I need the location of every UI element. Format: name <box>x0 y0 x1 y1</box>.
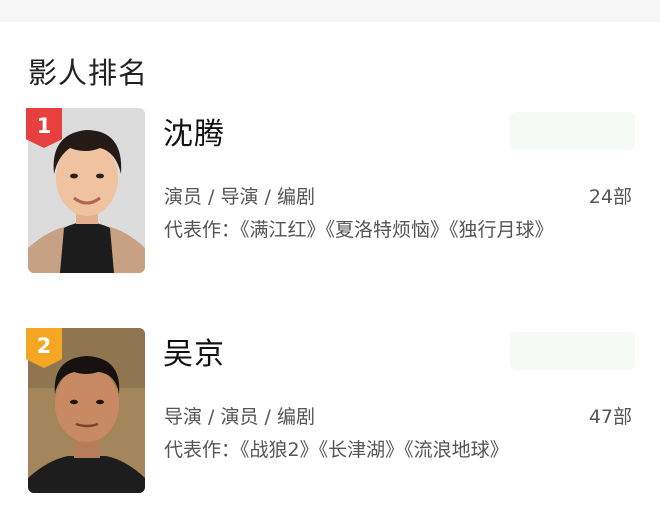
works-list: 《满江红》《夏洛特烦恼》《独行月球》 <box>240 219 554 241</box>
works-label: 代表作： <box>164 439 241 461</box>
work-count: 24部 <box>588 186 632 208</box>
person-name[interactable]: 沈腾 <box>163 109 225 153</box>
action-button[interactable] <box>510 112 635 150</box>
list-item[interactable]: 1 沈腾 演员 / 导演 / 编剧 24部 代表作：《满江红》《夏洛特烦恼》《独… <box>0 108 660 308</box>
representative-works: 代表作：《满江红》《夏洛特烦恼》《独行月球》 <box>164 216 554 245</box>
list-item[interactable]: 2 吴京 导演 / 演员 / 编剧 47部 代表作：《战狼2》《长津湖》《流浪地… <box>0 328 660 528</box>
action-button[interactable] <box>510 332 635 370</box>
work-count: 47部 <box>588 406 632 428</box>
person-name[interactable]: 吴京 <box>163 329 225 373</box>
representative-works: 代表作：《战狼2》《长津湖》《流浪地球》 <box>164 436 554 465</box>
works-label: 代表作： <box>164 219 241 241</box>
top-bar <box>0 0 660 22</box>
person-roles: 演员 / 导演 / 编剧 <box>164 186 315 208</box>
person-roles: 导演 / 演员 / 编剧 <box>164 406 315 428</box>
works-list: 《战狼2》《长津湖》《流浪地球》 <box>240 439 509 461</box>
section-title: 影人排名 <box>28 56 149 90</box>
